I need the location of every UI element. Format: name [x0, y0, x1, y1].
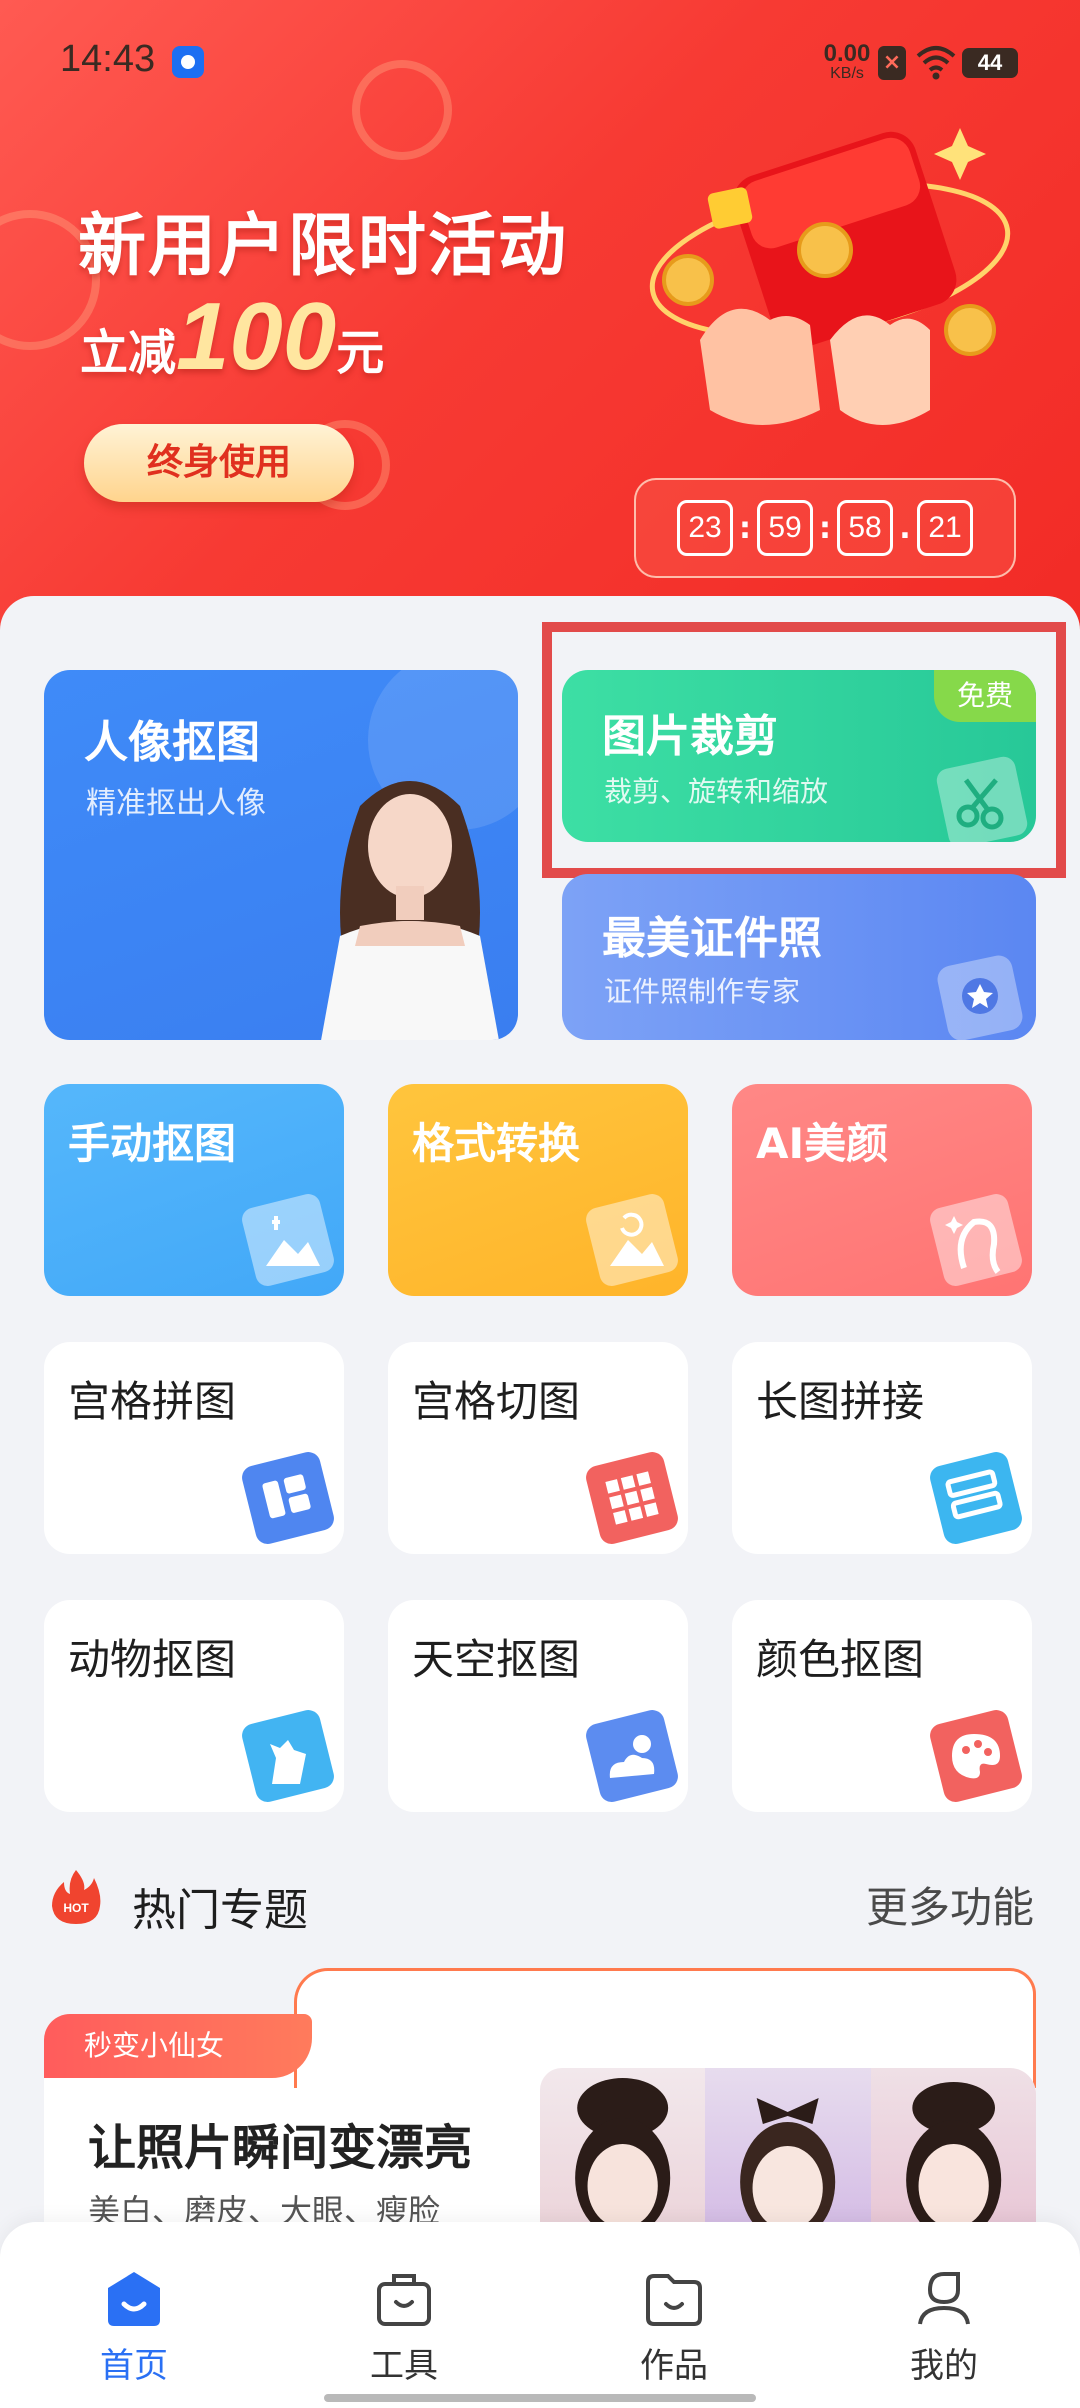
- promo-banner[interactable]: 14:43 0.00 KB/s × 44 新用户限时活动 立减100元 终身使用…: [0, 0, 1080, 640]
- format-convert-card[interactable]: 格式转换: [388, 1084, 688, 1296]
- countdown-centiseconds: 21: [917, 500, 973, 556]
- more-features-link[interactable]: 更多功能: [866, 1874, 1034, 1935]
- id-card-icon: [937, 955, 1023, 1040]
- net-speed-unit: KB/s: [830, 65, 864, 82]
- card-title: 长图拼接: [756, 1377, 925, 1426]
- animal-cutout-card[interactable]: 动物抠图: [44, 1600, 344, 1812]
- countdown-separator: :: [739, 510, 751, 546]
- profile-icon: [918, 2272, 970, 2325]
- topic-title: 让照片瞬间变漂亮: [88, 2120, 473, 2176]
- hot-flame-icon: HOT: [52, 1870, 101, 1924]
- wifi-icon: [916, 46, 956, 80]
- no-sim-icon: ×: [878, 46, 906, 80]
- nav-label: 首页: [100, 2346, 168, 2386]
- discount-prefix: 立减: [80, 325, 177, 381]
- hot-topics-title: 热门专题: [132, 1885, 308, 1936]
- sky-cutout-icon: [586, 1710, 678, 1802]
- network-speed: 0.00 KB/s: [818, 42, 876, 82]
- status-time: 14:43: [60, 38, 156, 80]
- banner-subtitle: 立减100元: [80, 282, 384, 392]
- folder-icon: [646, 2274, 702, 2326]
- net-speed-value: 0.00: [823, 40, 871, 67]
- discount-unit: 元: [336, 325, 385, 381]
- red-envelope-illustration: [649, 128, 1011, 425]
- grid-collage-card[interactable]: 宫格拼图: [44, 1342, 344, 1554]
- banner-title: 新用户限时活动: [78, 207, 569, 286]
- app-notification-icon: [172, 46, 204, 78]
- grid-split-icon: [586, 1452, 678, 1544]
- highlight-box: [542, 622, 1066, 878]
- countdown-seconds: 58: [837, 500, 893, 556]
- countdown-separator: :: [819, 510, 831, 546]
- card-title: 最美证件照: [602, 913, 822, 964]
- ai-beauty-card[interactable]: AI美颜: [732, 1084, 1032, 1296]
- nav-tools[interactable]: 工具: [324, 2268, 484, 2387]
- card-title: 格式转换: [412, 1119, 581, 1168]
- nav-works[interactable]: 作品: [594, 2268, 754, 2387]
- card-title: AI美颜: [756, 1119, 889, 1168]
- card-subtitle: 证件照制作专家: [604, 975, 801, 1008]
- card-title: 颜色抠图: [756, 1635, 925, 1684]
- animal-cutout-icon: [242, 1710, 334, 1802]
- nav-label: 我的: [910, 2346, 978, 2386]
- nav-label: 作品: [640, 2346, 708, 2386]
- card-subtitle: 精准抠出人像: [86, 786, 266, 821]
- home-icon: [108, 2272, 160, 2326]
- color-cutout-card[interactable]: 颜色抠图: [732, 1600, 1032, 1812]
- sky-cutout-card[interactable]: 天空抠图: [388, 1600, 688, 1812]
- countdown-minutes: 59: [757, 500, 813, 556]
- portrait-photo-icon: [321, 781, 499, 1040]
- toolbox-icon: [377, 2274, 431, 2326]
- color-cutout-icon: [930, 1710, 1022, 1802]
- card-title: 人像抠图: [84, 717, 260, 768]
- topic-tag: 秒变小仙女: [44, 2014, 312, 2078]
- countdown-separator: .: [899, 510, 911, 546]
- hot-badge-text: HOT: [63, 1901, 89, 1915]
- card-title: 宫格拼图: [68, 1377, 237, 1426]
- card-title: 天空抠图: [412, 1635, 581, 1684]
- long-stitch-card[interactable]: 长图拼接: [732, 1342, 1032, 1554]
- bottom-nav: 首页 工具 作品 我的: [0, 2222, 1080, 2408]
- long-stitch-icon: [930, 1452, 1022, 1544]
- lifetime-use-button[interactable]: 终身使用: [84, 424, 354, 502]
- card-title: 动物抠图: [68, 1635, 237, 1684]
- countdown-hours: 23: [677, 500, 733, 556]
- format-convert-icon: [586, 1194, 678, 1286]
- card-title: 手动抠图: [68, 1119, 237, 1168]
- ai-beauty-icon: [930, 1194, 1022, 1286]
- status-bar: 14:43 0.00 KB/s × 44: [0, 0, 1080, 120]
- countdown-timer: 23 : 59 : 58 . 21: [634, 478, 1016, 578]
- grid-collage-icon: [242, 1452, 334, 1544]
- home-indicator[interactable]: [324, 2394, 756, 2402]
- manual-cutout-icon: [242, 1194, 334, 1286]
- main-panel: 人像抠图 精准抠出人像 图片裁剪 裁剪、旋转和缩放 免费 最美证件照 证件照制作…: [0, 596, 1080, 2408]
- portrait-cutout-card[interactable]: 人像抠图 精准抠出人像: [44, 670, 518, 1040]
- battery-indicator: 44: [962, 48, 1018, 78]
- nav-label: 工具: [370, 2346, 438, 2386]
- manual-cutout-card[interactable]: 手动抠图: [44, 1084, 344, 1296]
- nav-profile[interactable]: 我的: [864, 2268, 1024, 2387]
- discount-amount: 100: [176, 283, 337, 390]
- id-photo-card[interactable]: 最美证件照 证件照制作专家: [562, 874, 1036, 1040]
- card-title: 宫格切图: [412, 1377, 581, 1426]
- nav-home[interactable]: 首页: [54, 2268, 214, 2387]
- grid-split-card[interactable]: 宫格切图: [388, 1342, 688, 1554]
- hot-topics-header: HOT 热门专题 更多功能: [0, 1860, 1080, 1940]
